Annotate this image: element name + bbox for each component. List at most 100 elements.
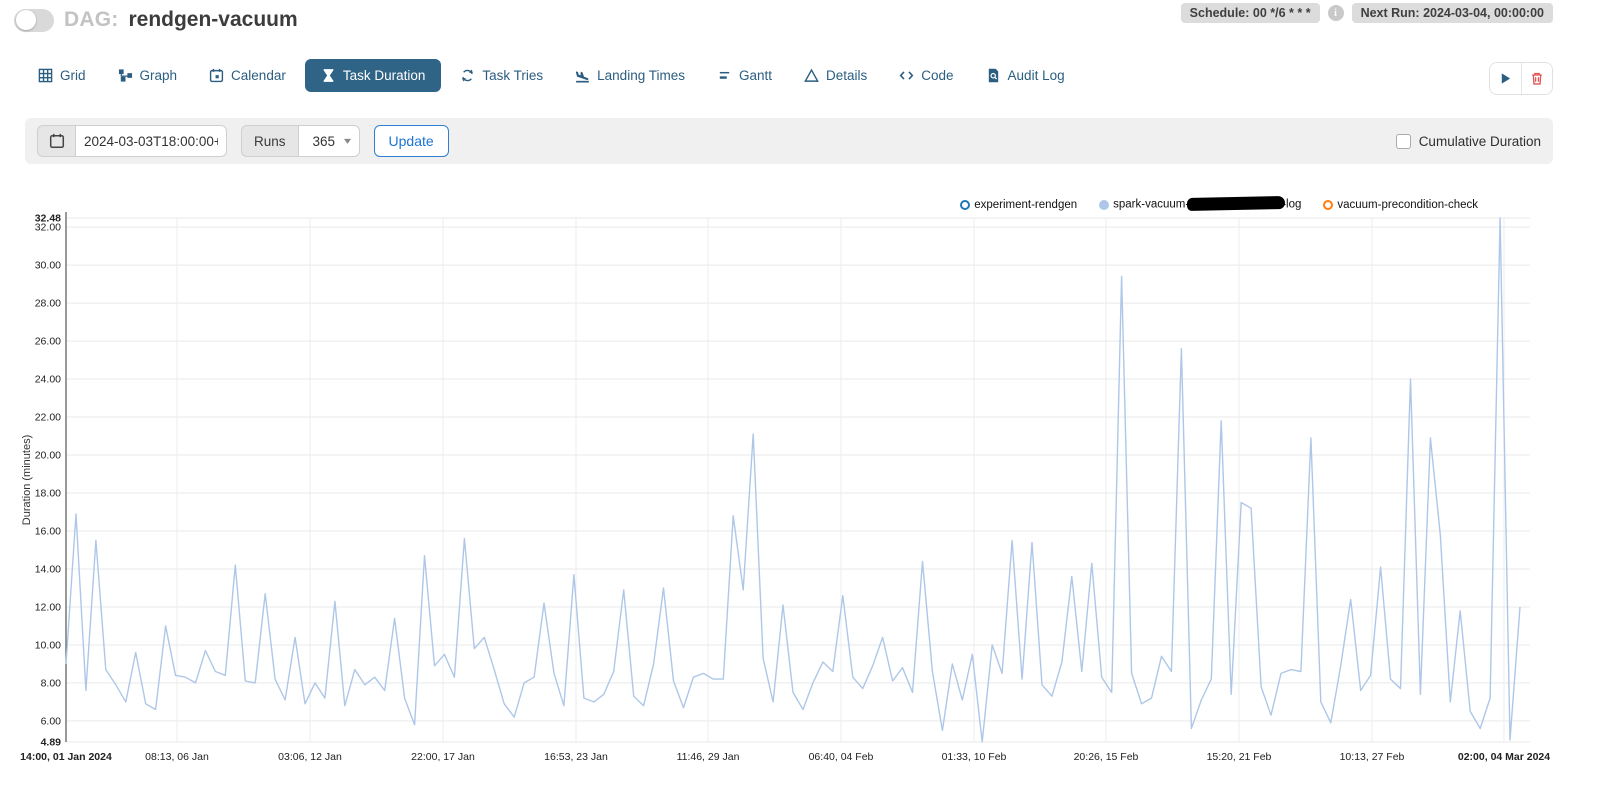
cumulative-duration-control: Cumulative Duration — [1396, 134, 1541, 149]
tab-label: Task Tries — [482, 68, 543, 83]
y-tick-label: 10.00 — [35, 639, 61, 651]
tab-task-tries[interactable]: Task Tries — [447, 59, 556, 92]
dag-action-buttons — [1489, 62, 1553, 95]
x-tick-label: 03:06, 12 Jan — [278, 751, 342, 763]
next-run-badge: Next Run: 2024-03-04, 00:00:00 — [1352, 3, 1553, 23]
x-tick-label: 10:13, 27 Feb — [1340, 751, 1405, 763]
trash-icon — [1530, 71, 1544, 86]
schedule-badge: Schedule: 00 */6 * * * — [1181, 3, 1320, 23]
tab-label: Landing Times — [597, 68, 685, 83]
cumulative-duration-label: Cumulative Duration — [1419, 134, 1541, 149]
audit-doc-icon — [986, 68, 1001, 83]
dag-title: rendgen-vacuum — [128, 8, 297, 32]
tab-code[interactable]: Code — [886, 59, 966, 92]
dag-label: DAG: — [64, 8, 118, 32]
y-tick-label: 8.00 — [41, 677, 62, 689]
tab-gantt[interactable]: Gantt — [704, 59, 785, 92]
runs-label: Runs — [241, 125, 298, 157]
y-tick-label: 14.00 — [35, 563, 61, 575]
chart-line — [66, 218, 1520, 742]
tab-landing-times[interactable]: Landing Times — [562, 59, 698, 92]
x-tick-label: 02:00, 04 Mar 2024 — [1458, 751, 1550, 763]
play-icon — [1499, 72, 1512, 85]
x-tick-label: 08:13, 06 Jan — [145, 751, 209, 763]
tab-grid[interactable]: Grid — [25, 59, 99, 92]
y-tick-label: 28.00 — [35, 298, 61, 310]
chart-canvas[interactable]: 32.4832.0030.0028.0026.0024.0022.0020.00… — [0, 190, 1600, 785]
y-tick-label: 20.00 — [35, 450, 61, 462]
grid-icon — [38, 68, 53, 83]
legend-marker-open-circle — [1323, 200, 1333, 210]
tab-audit-log[interactable]: Audit Log — [973, 59, 1078, 92]
legend-item[interactable]: vacuum-precondition-check — [1323, 199, 1478, 211]
legend-label: vacuum-precondition-check — [1337, 199, 1478, 211]
x-tick-label: 16:53, 23 Jan — [544, 751, 608, 763]
legend-label: experiment-rendgen — [974, 199, 1077, 211]
calendar-icon — [49, 133, 65, 149]
base-date-input[interactable] — [75, 125, 227, 157]
x-tick-label: 01:33, 10 Feb — [942, 751, 1007, 763]
x-tick-label: 11:46, 29 Jan — [677, 751, 740, 763]
x-tick-label: 06:40, 04 Feb — [809, 751, 874, 763]
legend-item[interactable]: experiment-rendgen — [960, 199, 1077, 211]
hourglass-icon — [321, 68, 336, 83]
view-tabs: Grid Graph Calendar Task Duration Task Tries… — [25, 59, 1078, 92]
graph-icon — [118, 68, 133, 83]
update-button[interactable]: Update — [374, 125, 449, 157]
num-runs-select[interactable]: 365 ▾ — [298, 125, 360, 157]
y-tick-label: 30.00 — [35, 260, 61, 272]
chevron-down-icon: ▾ — [344, 136, 351, 147]
redaction-scribble — [1187, 196, 1285, 211]
x-tick-label: 20:26, 15 Feb — [1074, 751, 1139, 763]
legend-label: spark-vacuum--log — [1113, 197, 1301, 212]
y-tick-label: 22.00 — [35, 412, 61, 424]
delete-dag-button[interactable] — [1521, 63, 1552, 94]
y-tick-label: 12.00 — [35, 601, 61, 613]
tab-details[interactable]: Details — [791, 59, 880, 92]
x-tick-label: 15:20, 21 Feb — [1207, 751, 1272, 763]
legend-item[interactable]: spark-vacuum--log — [1099, 197, 1301, 212]
tab-label: Gantt — [739, 68, 772, 83]
triangle-icon — [804, 68, 819, 83]
tab-graph[interactable]: Graph — [105, 59, 191, 92]
y-tick-label: 6.00 — [41, 715, 62, 727]
y-tick-label: 4.89 — [41, 737, 62, 749]
tab-calendar[interactable]: Calendar — [196, 59, 299, 92]
tab-label: Code — [921, 68, 953, 83]
tab-label: Calendar — [231, 68, 286, 83]
x-tick-label: 14:00, 01 Jan 2024 — [20, 751, 112, 763]
tab-label: Details — [826, 68, 867, 83]
task-duration-chart: 32.4832.0030.0028.0026.0024.0022.0020.00… — [0, 190, 1600, 785]
calendar-picker-button[interactable] — [37, 125, 75, 157]
calendar-icon — [209, 68, 224, 83]
header-badges: Schedule: 00 */6 * * * i Next Run: 2024-… — [1181, 3, 1553, 23]
y-tick-label: 32.00 — [35, 222, 61, 234]
tab-label: Grid — [60, 68, 86, 83]
num-runs-value: 365 — [313, 134, 336, 149]
cumulative-duration-checkbox[interactable] — [1396, 134, 1411, 149]
repeat-icon — [460, 68, 475, 83]
dag-pause-toggle[interactable] — [14, 9, 54, 32]
chart-legend: experiment-rendgen spark-vacuum--log vacuu… — [960, 197, 1478, 212]
toggle-knob — [16, 10, 36, 30]
trigger-dag-button[interactable] — [1490, 63, 1521, 94]
tab-label: Audit Log — [1008, 68, 1065, 83]
legend-marker-open-circle — [960, 200, 970, 210]
y-tick-label: 18.00 — [35, 488, 61, 500]
tab-task-duration[interactable]: Task Duration — [305, 59, 442, 92]
code-icon — [899, 68, 914, 83]
runs-group: Runs 365 ▾ — [241, 125, 360, 157]
x-tick-label: 22:00, 17 Jan — [411, 751, 475, 763]
y-tick-label: 16.00 — [35, 525, 61, 537]
y-tick-label: 26.00 — [35, 336, 61, 348]
legend-marker-filled-circle — [1099, 200, 1109, 210]
gantt-bars-icon — [717, 68, 732, 83]
airflow-dag-page: DAG: rendgen-vacuum Schedule: 00 */6 * *… — [0, 0, 1600, 791]
dag-header: DAG: rendgen-vacuum — [14, 8, 298, 32]
y-axis-title: Duration (minutes) — [21, 435, 33, 525]
plane-landing-icon — [575, 68, 590, 83]
info-icon[interactable]: i — [1328, 5, 1344, 21]
tab-label: Task Duration — [343, 68, 426, 83]
y-tick-label: 24.00 — [35, 374, 61, 386]
filter-bar: Runs 365 ▾ Update Cumulative Duration — [25, 118, 1553, 164]
